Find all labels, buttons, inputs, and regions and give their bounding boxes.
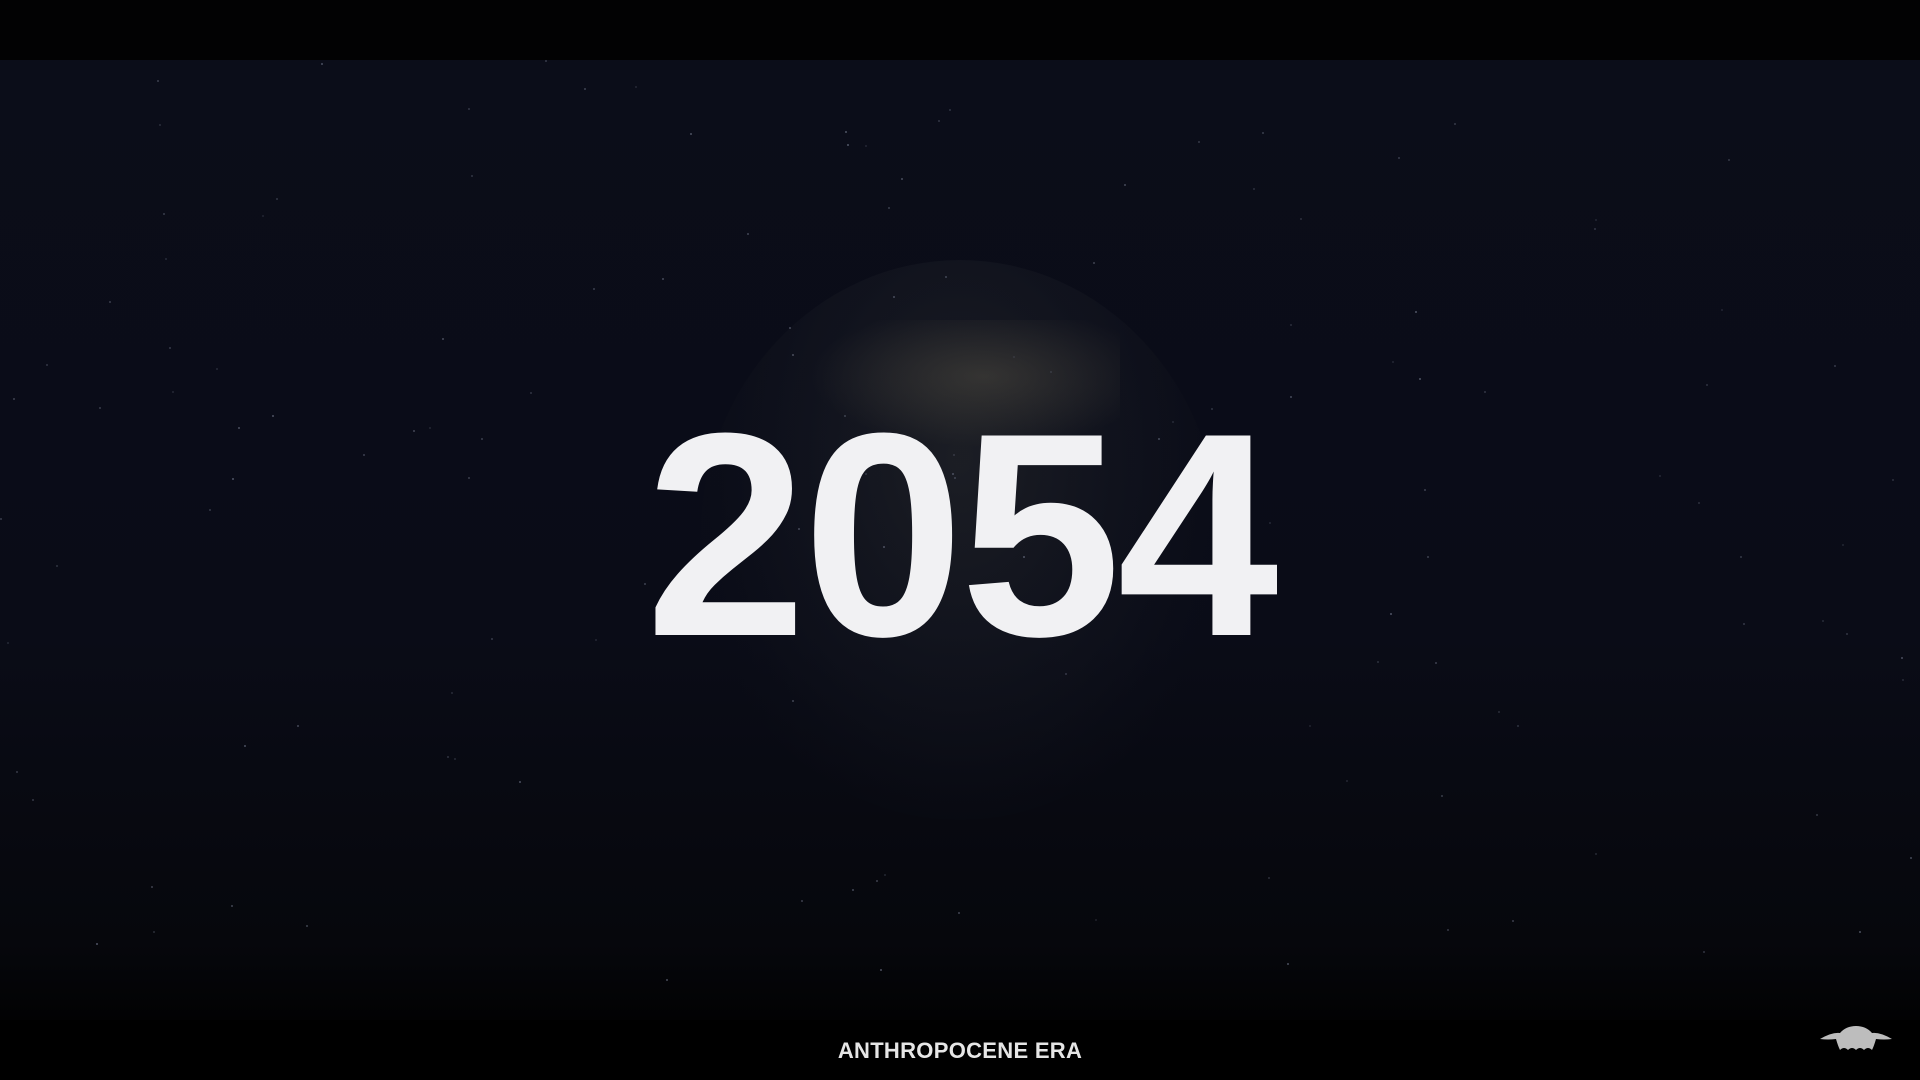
star — [1308, 724, 1311, 727]
star — [276, 198, 279, 201]
star — [892, 296, 895, 299]
star — [442, 338, 445, 341]
star — [1262, 131, 1265, 134]
star — [880, 969, 883, 972]
star — [1093, 262, 1096, 265]
star — [159, 124, 162, 127]
star — [665, 978, 668, 981]
star — [1447, 929, 1450, 932]
star — [544, 60, 547, 63]
star — [157, 79, 160, 82]
star — [846, 144, 849, 147]
star — [948, 108, 951, 111]
star — [454, 758, 457, 761]
star — [1728, 158, 1731, 161]
star — [900, 177, 903, 180]
star — [1253, 187, 1256, 190]
star — [583, 87, 586, 90]
star — [1094, 918, 1097, 921]
creature-logo-icon — [1820, 1026, 1892, 1050]
star — [150, 886, 153, 889]
star — [1345, 779, 1348, 782]
star — [1453, 122, 1456, 125]
star — [593, 288, 596, 291]
star — [1299, 218, 1302, 221]
star — [46, 364, 49, 367]
star — [216, 368, 219, 371]
star — [1720, 308, 1723, 311]
star — [1816, 814, 1819, 817]
star — [165, 257, 168, 260]
star — [1705, 383, 1708, 386]
star — [16, 770, 19, 773]
star — [1594, 227, 1597, 230]
star — [1517, 725, 1520, 728]
star — [791, 700, 794, 703]
star — [471, 174, 474, 177]
star — [1595, 852, 1597, 855]
star — [845, 130, 848, 133]
year-title: 2054 — [645, 373, 1278, 697]
star — [1418, 377, 1421, 380]
star — [690, 132, 693, 135]
star — [1441, 795, 1444, 798]
star — [864, 144, 867, 147]
star — [1267, 877, 1270, 880]
star — [1287, 963, 1290, 966]
star — [305, 925, 308, 928]
star — [634, 85, 637, 88]
star — [230, 905, 233, 908]
star — [937, 120, 940, 123]
star — [519, 780, 522, 783]
star — [662, 277, 665, 280]
star — [467, 107, 470, 110]
star — [944, 276, 947, 279]
star — [800, 900, 803, 903]
star — [1594, 218, 1597, 221]
star — [1910, 857, 1913, 860]
star — [447, 755, 450, 758]
star — [957, 912, 960, 915]
star — [1833, 365, 1836, 368]
star — [296, 724, 299, 727]
star — [152, 930, 155, 933]
era-caption: ANTHROPOCENE ERA — [837, 1038, 1083, 1063]
star — [1289, 323, 1292, 326]
star — [1397, 157, 1400, 160]
letterbox-top — [0, 0, 1920, 60]
star — [884, 873, 887, 876]
star — [1859, 931, 1862, 934]
star — [109, 301, 111, 304]
star — [1391, 360, 1394, 363]
star — [262, 214, 265, 217]
star — [1415, 310, 1418, 313]
star — [169, 346, 172, 349]
star — [1511, 919, 1514, 922]
star — [163, 213, 166, 216]
star — [244, 744, 247, 747]
star — [792, 353, 795, 356]
star — [451, 691, 454, 694]
star — [1702, 951, 1705, 954]
star — [746, 232, 749, 235]
star — [1123, 183, 1126, 186]
star — [888, 207, 891, 210]
star — [876, 879, 879, 882]
star — [96, 942, 99, 945]
star — [1497, 711, 1500, 714]
star — [320, 62, 323, 65]
star — [32, 799, 35, 801]
star — [852, 889, 855, 892]
star — [1198, 141, 1201, 144]
